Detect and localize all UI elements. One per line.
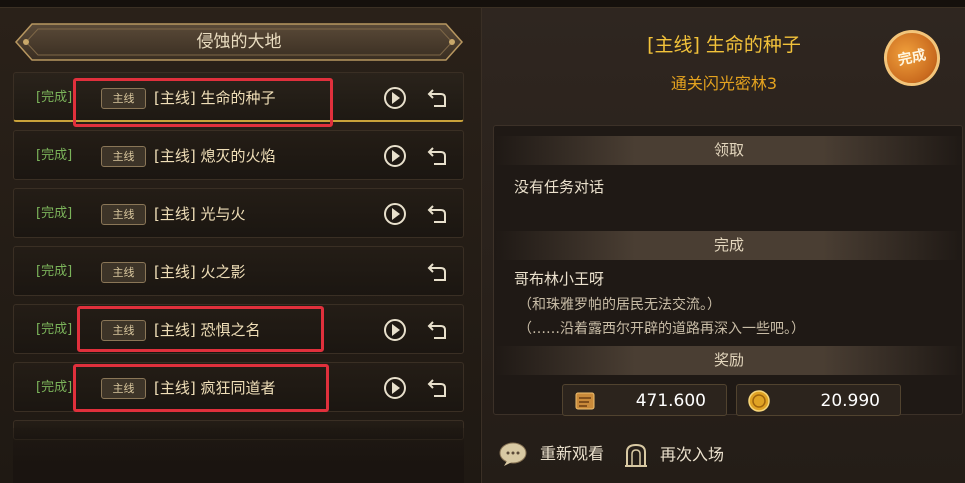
quest-row[interactable]: [完成] 主线 [主线] 生命的种子 — [13, 72, 464, 122]
undo-icon[interactable] — [426, 319, 448, 341]
complete-speaker: 哥布林小王呀 — [514, 270, 605, 288]
quest-row[interactable]: [完成] 主线 [主线] 火之影 — [13, 246, 464, 296]
top-strip — [0, 0, 965, 8]
reenter-label: 再次入场 — [660, 445, 725, 464]
undo-icon[interactable] — [426, 377, 448, 399]
quest-status: [完成] — [36, 90, 73, 105]
play-icon[interactable] — [384, 319, 406, 341]
reward-value: 471.600 — [635, 391, 706, 411]
quest-row[interactable]: [完成] 主线 [主线] 熄灭的火焰 — [13, 130, 464, 180]
quest-row[interactable]: [完成] 主线 [主线] 疯狂同道者 — [13, 362, 464, 412]
play-icon[interactable] — [384, 145, 406, 167]
undo-icon[interactable] — [426, 145, 448, 167]
quest-type-tag: 主线 — [101, 320, 146, 341]
quest-status: [完成] — [36, 322, 73, 337]
reward-gold: 20.990 — [736, 384, 901, 416]
quest-name: [主线] 火之影 — [154, 263, 246, 281]
play-icon[interactable] — [384, 87, 406, 109]
quest-name: [主线] 疯狂同道者 — [154, 379, 276, 397]
rewatch-label: 重新观看 — [540, 444, 605, 463]
quest-type-tag: 主线 — [101, 204, 146, 225]
quest-status: [完成] — [36, 380, 73, 395]
gate-icon — [625, 443, 647, 467]
quest-detail-panel: [主线] 生命的种子 通关闪光密林3 完成 领取 没有任务对话 完成 哥布林小王… — [481, 8, 965, 483]
complete-section-header: 完成 — [495, 231, 963, 260]
quest-status: [完成] — [36, 206, 73, 221]
quest-name: [主线] 生命的种子 — [154, 89, 276, 107]
quest-name: [主线] 恐惧之名 — [154, 321, 261, 339]
quest-type-tag: 主线 — [101, 378, 146, 399]
stamp-label: 完成 — [896, 47, 928, 69]
undo-icon[interactable] — [426, 87, 448, 109]
quest-status: [完成] — [36, 148, 73, 163]
quest-list-panel: 侵蚀的大地 [完成] 主线 [主线] 生命的种子 [完成] 主线 [主线] 熄灭… — [0, 8, 480, 483]
chat-bubble-icon — [499, 442, 527, 466]
quest-name: [主线] 熄灭的火焰 — [154, 147, 276, 165]
receive-section-header: 领取 — [495, 136, 963, 165]
receive-text: 没有任务对话 — [514, 178, 605, 196]
reward-value: 20.990 — [820, 391, 880, 411]
reward-section-header: 奖励 — [495, 346, 963, 375]
quest-type-tag: 主线 — [101, 88, 146, 109]
quest-status: [完成] — [36, 264, 73, 279]
quest-log-screen: 侵蚀的大地 [完成] 主线 [主线] 生命的种子 [完成] 主线 [主线] 熄灭… — [0, 0, 965, 483]
quest-row[interactable]: [完成] 主线 [主线] 光与火 — [13, 188, 464, 238]
chapter-title: 侵蚀的大地 — [196, 32, 282, 52]
reenter-button[interactable]: 再次入场 — [617, 433, 755, 477]
quest-row[interactable]: [完成] 主线 [主线] 恐惧之名 — [13, 304, 464, 354]
play-icon[interactable] — [384, 203, 406, 225]
quest-name: [主线] 光与火 — [154, 205, 246, 223]
reward-exp: 471.600 — [562, 384, 727, 416]
detail-actions: 重新观看 再次入场 — [482, 423, 965, 483]
gold-coin-icon — [748, 390, 770, 412]
quest-detail-box: 领取 没有任务对话 完成 哥布林小王呀 （和珠雅罗帕的居民无法交流。） （……沿… — [493, 125, 963, 416]
quest-type-tag: 主线 — [101, 146, 146, 167]
undo-icon[interactable] — [426, 261, 448, 283]
undo-icon[interactable] — [426, 203, 448, 225]
list-fade — [13, 428, 464, 483]
quest-type-tag: 主线 — [101, 262, 146, 283]
exp-scroll-icon — [575, 392, 595, 410]
complete-line: （和珠雅罗帕的居民无法交流。） — [518, 297, 721, 313]
complete-line: （……沿着露西尔开辟的道路再深入一些吧。） — [518, 321, 805, 337]
play-icon[interactable] — [384, 377, 406, 399]
chapter-banner: 侵蚀的大地 — [14, 22, 464, 68]
